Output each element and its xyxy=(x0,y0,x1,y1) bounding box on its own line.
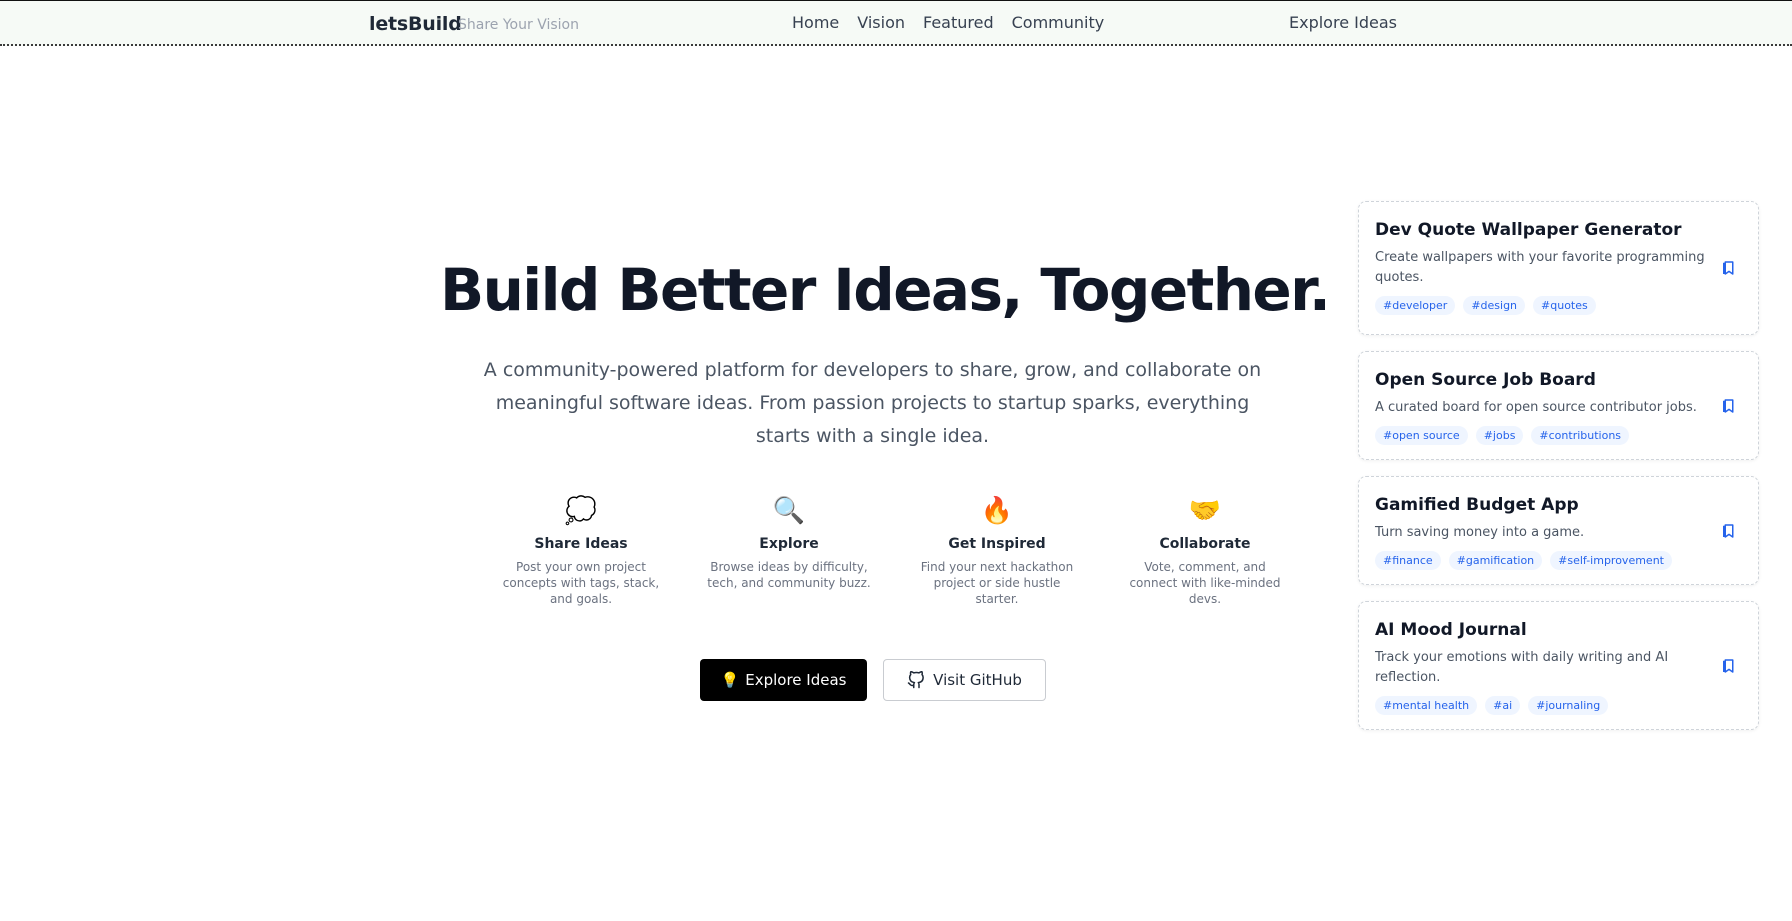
explore-ideas-nav-link[interactable]: Explore Ideas xyxy=(1289,13,1397,32)
feature-explore: 🔍 Explore Browse ideas by difficulty, te… xyxy=(685,494,893,607)
idea-card[interactable]: Open Source Job Board A curated board fo… xyxy=(1358,351,1759,460)
tag-chip[interactable]: #jobs xyxy=(1475,426,1524,445)
feature-title: Collaborate xyxy=(1159,536,1251,552)
bookmark-icon[interactable] xyxy=(1720,657,1738,675)
nav-vision-link[interactable]: Vision xyxy=(857,13,905,32)
hero-title: Build Better Ideas, Together. 💡 xyxy=(440,256,1420,324)
nav-home-link[interactable]: Home xyxy=(792,13,839,32)
idea-card-tags: #developer #design #quotes xyxy=(1375,296,1708,315)
idea-card-tags: #finance #gamification #self-improvement xyxy=(1375,551,1708,570)
visit-github-button[interactable]: Visit GitHub xyxy=(883,659,1046,701)
tag-chip[interactable]: #journaling xyxy=(1528,696,1609,715)
handshake-icon: 🤝 xyxy=(1188,496,1222,526)
feature-description: Vote, comment, and connect with like-min… xyxy=(1129,560,1281,606)
tag-chip[interactable]: #self-improvement xyxy=(1550,551,1672,570)
idea-card-description: Create wallpapers with your favorite pro… xyxy=(1375,250,1705,285)
fire-icon: 🔥 xyxy=(980,496,1014,526)
idea-card-title: Open Source Job Board xyxy=(1375,370,1596,390)
idea-card-description: A curated board for open source contribu… xyxy=(1375,400,1697,415)
idea-card-tags: #open source #jobs #contributions xyxy=(1375,426,1708,445)
feature-get-inspired: 🔥 Get Inspired Find your next hackathon … xyxy=(893,494,1101,607)
lightbulb-icon: 💡 xyxy=(720,671,740,689)
feature-title: Get Inspired xyxy=(948,536,1046,552)
main-nav: Home Vision Featured Community xyxy=(792,13,1104,32)
tag-chip[interactable]: #quotes xyxy=(1533,296,1596,315)
tag-chip[interactable]: #design xyxy=(1463,296,1526,315)
thought-bubble-icon: 💭 xyxy=(564,496,598,526)
github-icon xyxy=(907,671,925,689)
tag-chip[interactable]: #finance xyxy=(1375,551,1441,570)
top-nav-bar: letsBuild Share Your Vision Home Vision … xyxy=(0,0,1792,46)
magnifier-icon: 🔍 xyxy=(772,496,806,526)
tag-chip[interactable]: #open source xyxy=(1375,426,1468,445)
feature-collaborate: 🤝 Collaborate Vote, comment, and connect… xyxy=(1101,494,1309,607)
nav-community-link[interactable]: Community xyxy=(1012,13,1105,32)
idea-card-tags: #mental health #ai #journaling xyxy=(1375,696,1708,715)
feature-description: Post your own project concepts with tags… xyxy=(502,560,660,606)
idea-card-title: Gamified Budget App xyxy=(1375,495,1579,515)
bookmark-icon[interactable] xyxy=(1720,522,1738,540)
tag-chip[interactable]: #gamification xyxy=(1448,551,1543,570)
feature-share-ideas: 💭 Share Ideas Post your own project conc… xyxy=(477,494,685,607)
feature-title: Share Ideas xyxy=(534,536,628,552)
idea-card[interactable]: Dev Quote Wallpaper Generator Create wal… xyxy=(1358,201,1759,335)
tag-chip[interactable]: #mental health xyxy=(1375,696,1478,715)
feature-description: Find your next hackathon project or side… xyxy=(920,560,1074,606)
hero-description: A community-powered platform for develop… xyxy=(483,359,1262,447)
nav-featured-link[interactable]: Featured xyxy=(923,13,994,32)
feature-list: 💭 Share Ideas Post your own project conc… xyxy=(477,494,1309,607)
idea-card-description: Turn saving money into a game. xyxy=(1375,525,1585,540)
idea-card[interactable]: AI Mood Journal Track your emotions with… xyxy=(1358,601,1759,730)
explore-ideas-button-label: Explore Ideas xyxy=(745,671,847,689)
brand-tagline: Share Your Vision xyxy=(458,17,579,33)
feature-description: Browse ideas by difficulty, tech, and co… xyxy=(707,560,871,590)
idea-card-title: Dev Quote Wallpaper Generator xyxy=(1375,220,1682,240)
idea-card[interactable]: Gamified Budget App Turn saving money in… xyxy=(1358,476,1759,585)
tag-chip[interactable]: #contributions xyxy=(1531,426,1630,445)
tag-chip[interactable]: #ai xyxy=(1485,696,1521,715)
bookmark-icon[interactable] xyxy=(1720,397,1738,415)
brand-logo[interactable]: letsBuild xyxy=(369,13,462,35)
visit-github-button-label: Visit GitHub xyxy=(933,671,1022,689)
idea-card-description: Track your emotions with daily writing a… xyxy=(1375,650,1669,685)
feature-title: Explore xyxy=(759,536,819,552)
idea-card-list: Dev Quote Wallpaper Generator Create wal… xyxy=(1358,201,1759,746)
idea-card-title: AI Mood Journal xyxy=(1375,620,1527,640)
tag-chip[interactable]: #developer xyxy=(1375,296,1456,315)
explore-ideas-button[interactable]: 💡 Explore Ideas xyxy=(700,659,867,701)
bookmark-icon[interactable] xyxy=(1720,259,1738,277)
